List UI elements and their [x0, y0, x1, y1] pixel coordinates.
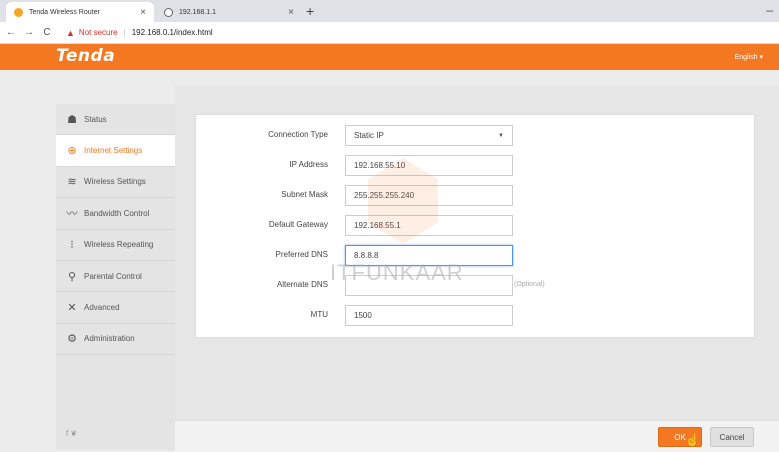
subnet-mask-row: Subnet Mask 255.255.255.240 [196, 185, 756, 207]
url-separator: | [123, 28, 126, 37]
url-text[interactable]: 192.168.0.1/index.html [132, 28, 213, 37]
sidebar-item-label: Administration [84, 334, 135, 344]
language-selector[interactable]: English ▾ [735, 53, 763, 61]
repeater-icon: ⁝ [70, 239, 74, 252]
new-tab-button[interactable]: + [306, 3, 314, 19]
sidebar-item-administration[interactable]: ⚙ Administration [56, 324, 175, 356]
main-content: Connection Type Static IP ▼ IP Address 1… [175, 104, 779, 420]
hand-cursor-icon: ☝ [685, 433, 700, 447]
sidebar-nav: ☗ Status ⊕ Internet Settings ≋ Wireless … [56, 104, 175, 450]
sidebar-item-label: Status [84, 114, 107, 124]
mtu-label: MTU [310, 310, 328, 319]
parental-icon: ⚲ [67, 270, 77, 283]
sidebar-item-wireless-settings[interactable]: ≋ Wireless Settings [56, 167, 175, 199]
mtu-row: MTU 1500 [196, 305, 756, 327]
cancel-button[interactable]: Cancel [710, 427, 754, 447]
minimize-window-button[interactable]: – [766, 3, 773, 17]
brand-header: Tenda English ▾ [0, 44, 779, 70]
sidebar-item-parental-control[interactable]: ⚲ Parental Control [56, 261, 175, 293]
sidebar-item-label: Wireless Repeating [84, 240, 154, 250]
action-footer: OK Cancel ☝ [175, 420, 779, 452]
sidebar-item-label: Wireless Settings [84, 177, 146, 187]
alternate-dns-label: Alternate DNS [276, 280, 328, 289]
optional-hint: (Optional) [514, 281, 545, 288]
tab-title: Tenda Wireless Router [29, 8, 100, 16]
subnet-mask-label: Subnet Mask [281, 190, 328, 199]
close-tab-icon[interactable]: × [288, 7, 294, 18]
bandwidth-icon: 〰 [66, 208, 78, 221]
status-icon: ☗ [67, 113, 77, 126]
tenda-favicon-icon [14, 7, 23, 17]
globe-icon: ⊕ [67, 145, 77, 158]
internet-settings-form: Connection Type Static IP ▼ IP Address 1… [195, 114, 755, 338]
sidebar-item-advanced[interactable]: ✕ Advanced [56, 292, 175, 324]
sidebar-item-label: Bandwidth Control [84, 208, 150, 218]
connection-type-value: Static IP [354, 131, 384, 140]
tab-192-168-1-1[interactable]: 192.168.1.1 × [156, 2, 302, 22]
sidebar-item-status[interactable]: ☗ Status [56, 104, 175, 136]
tools-icon: ✕ [67, 302, 77, 315]
connection-type-select[interactable]: Static IP ▼ [345, 125, 513, 146]
mtu-input[interactable]: 1500 [345, 305, 513, 326]
forward-arrow-icon[interactable]: → [22, 27, 36, 38]
tab-title: 192.168.1.1 [179, 8, 216, 16]
alternate-dns-row: Alternate DNS (Optional) [196, 275, 756, 297]
connection-type-row: Connection Type Static IP ▼ [196, 125, 756, 147]
ip-address-row: IP Address 192.168.55.10 [196, 155, 756, 177]
content-top-strip [175, 86, 779, 104]
back-arrow-icon[interactable]: ← [4, 27, 18, 38]
reload-icon[interactable]: C [40, 27, 54, 38]
preferred-dns-row: Preferred DNS 8.8.8.8 [196, 245, 756, 267]
ip-address-label: IP Address [289, 160, 328, 169]
sidebar-item-bandwidth-control[interactable]: 〰 Bandwidth Control [56, 198, 175, 230]
globe-favicon-icon [164, 7, 173, 17]
tab-tenda-router[interactable]: Tenda Wireless Router × [6, 2, 154, 22]
address-bar: ← → C ▲ Not secure | 192.168.0.1/index.h… [0, 22, 779, 44]
sidebar-item-wireless-repeating[interactable]: ⁝ Wireless Repeating [56, 230, 175, 261]
browser-tab-bar: Tenda Wireless Router × 192.168.1.1 × + … [0, 0, 779, 22]
tenda-logo: Tenda [56, 46, 116, 66]
social-links[interactable]: f ❦ [66, 429, 77, 438]
security-status[interactable]: Not secure [79, 28, 118, 37]
ip-address-input[interactable]: 192.168.55.10 [345, 155, 513, 176]
gear-icon: ⚙ [67, 333, 77, 346]
sidebar-item-internet-settings[interactable]: ⊕ Internet Settings [56, 135, 175, 167]
watermark-text: ITFUNKAAR [330, 260, 464, 285]
sidebar-item-label: Advanced [84, 303, 120, 313]
default-gateway-label: Default Gateway [268, 220, 328, 229]
chevron-down-icon: ▼ [498, 132, 504, 139]
close-tab-icon[interactable]: × [140, 7, 146, 18]
wifi-icon: ≋ [67, 176, 77, 189]
url-field[interactable]: ▲ Not secure | 192.168.0.1/index.html [66, 28, 213, 38]
sidebar-item-label: Parental Control [84, 271, 142, 281]
warning-triangle-icon: ▲ [66, 27, 75, 38]
preferred-dns-label: Preferred DNS [275, 250, 328, 259]
sidebar-item-label: Internet Settings [84, 146, 143, 156]
default-gateway-row: Default Gateway 192.168.55.1 [196, 215, 756, 237]
connection-type-label: Connection Type [268, 130, 328, 139]
